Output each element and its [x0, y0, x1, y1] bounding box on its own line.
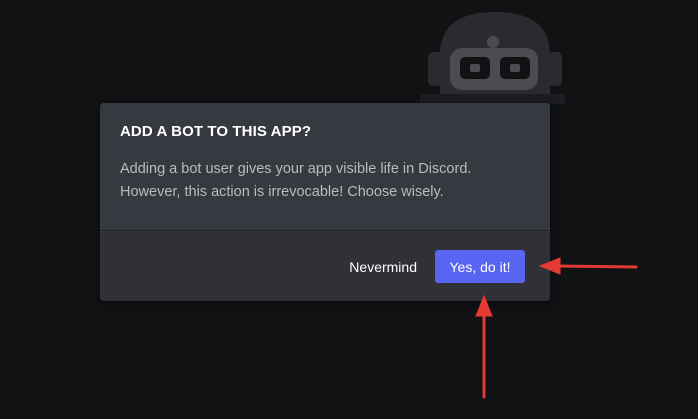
arrow-up-to-button: [475, 294, 493, 399]
nevermind-button[interactable]: Nevermind: [331, 250, 435, 283]
dialog-description: Adding a bot user gives your app visible…: [120, 161, 472, 200]
dialog-title: ADD A BOT TO THIS APP?: [120, 123, 312, 140]
dialog-body: ADD A BOT TO THIS APP? Adding a bot user…: [100, 103, 550, 231]
app-background: ADD A BOT TO THIS APP? Adding a bot user…: [0, 0, 698, 419]
add-bot-dialog: ADD A BOT TO THIS APP? Adding a bot user…: [100, 103, 550, 301]
dialog-footer: Nevermind Yes, do it!: [100, 232, 550, 301]
confirm-add-bot-button[interactable]: Yes, do it!: [435, 250, 525, 283]
arrow-right-to-button: [538, 257, 638, 275]
